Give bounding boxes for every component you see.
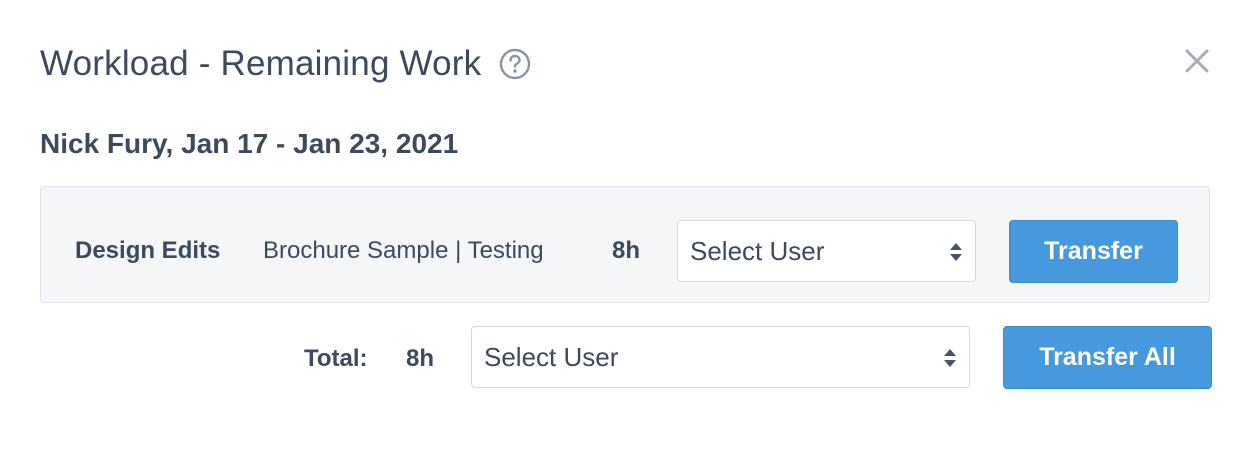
total-hours: 8h [406, 345, 435, 372]
select-arrows-icon [943, 348, 957, 368]
task-hours: 8h [612, 237, 641, 264]
user-date-range: Nick Fury, Jan 17 - Jan 23, 2021 [40, 128, 459, 159]
total-user-select-value: Select User [484, 342, 619, 372]
transfer-button[interactable]: Transfer [1009, 220, 1178, 283]
total-label: Total: [304, 345, 368, 372]
task-user-select[interactable]: Select User [677, 220, 976, 282]
modal-title: Workload - Remaining Work [40, 44, 482, 83]
modal-title-row: Workload - Remaining Work [40, 40, 531, 88]
select-arrows-icon [949, 242, 963, 262]
task-user-select-value: Select User [690, 236, 825, 266]
total-user-select[interactable]: Select User [471, 326, 970, 388]
task-name: Design Edits [75, 237, 221, 264]
workload-modal: Workload - Remaining Work Nick Fury, Jan… [0, 0, 1254, 468]
task-project: Brochure Sample | Testing [263, 237, 544, 264]
transfer-all-button[interactable]: Transfer All [1003, 326, 1212, 389]
task-row: Design Edits Brochure Sample | Testing 8… [40, 186, 1210, 303]
help-icon[interactable] [499, 48, 531, 80]
close-icon[interactable] [1182, 46, 1212, 76]
